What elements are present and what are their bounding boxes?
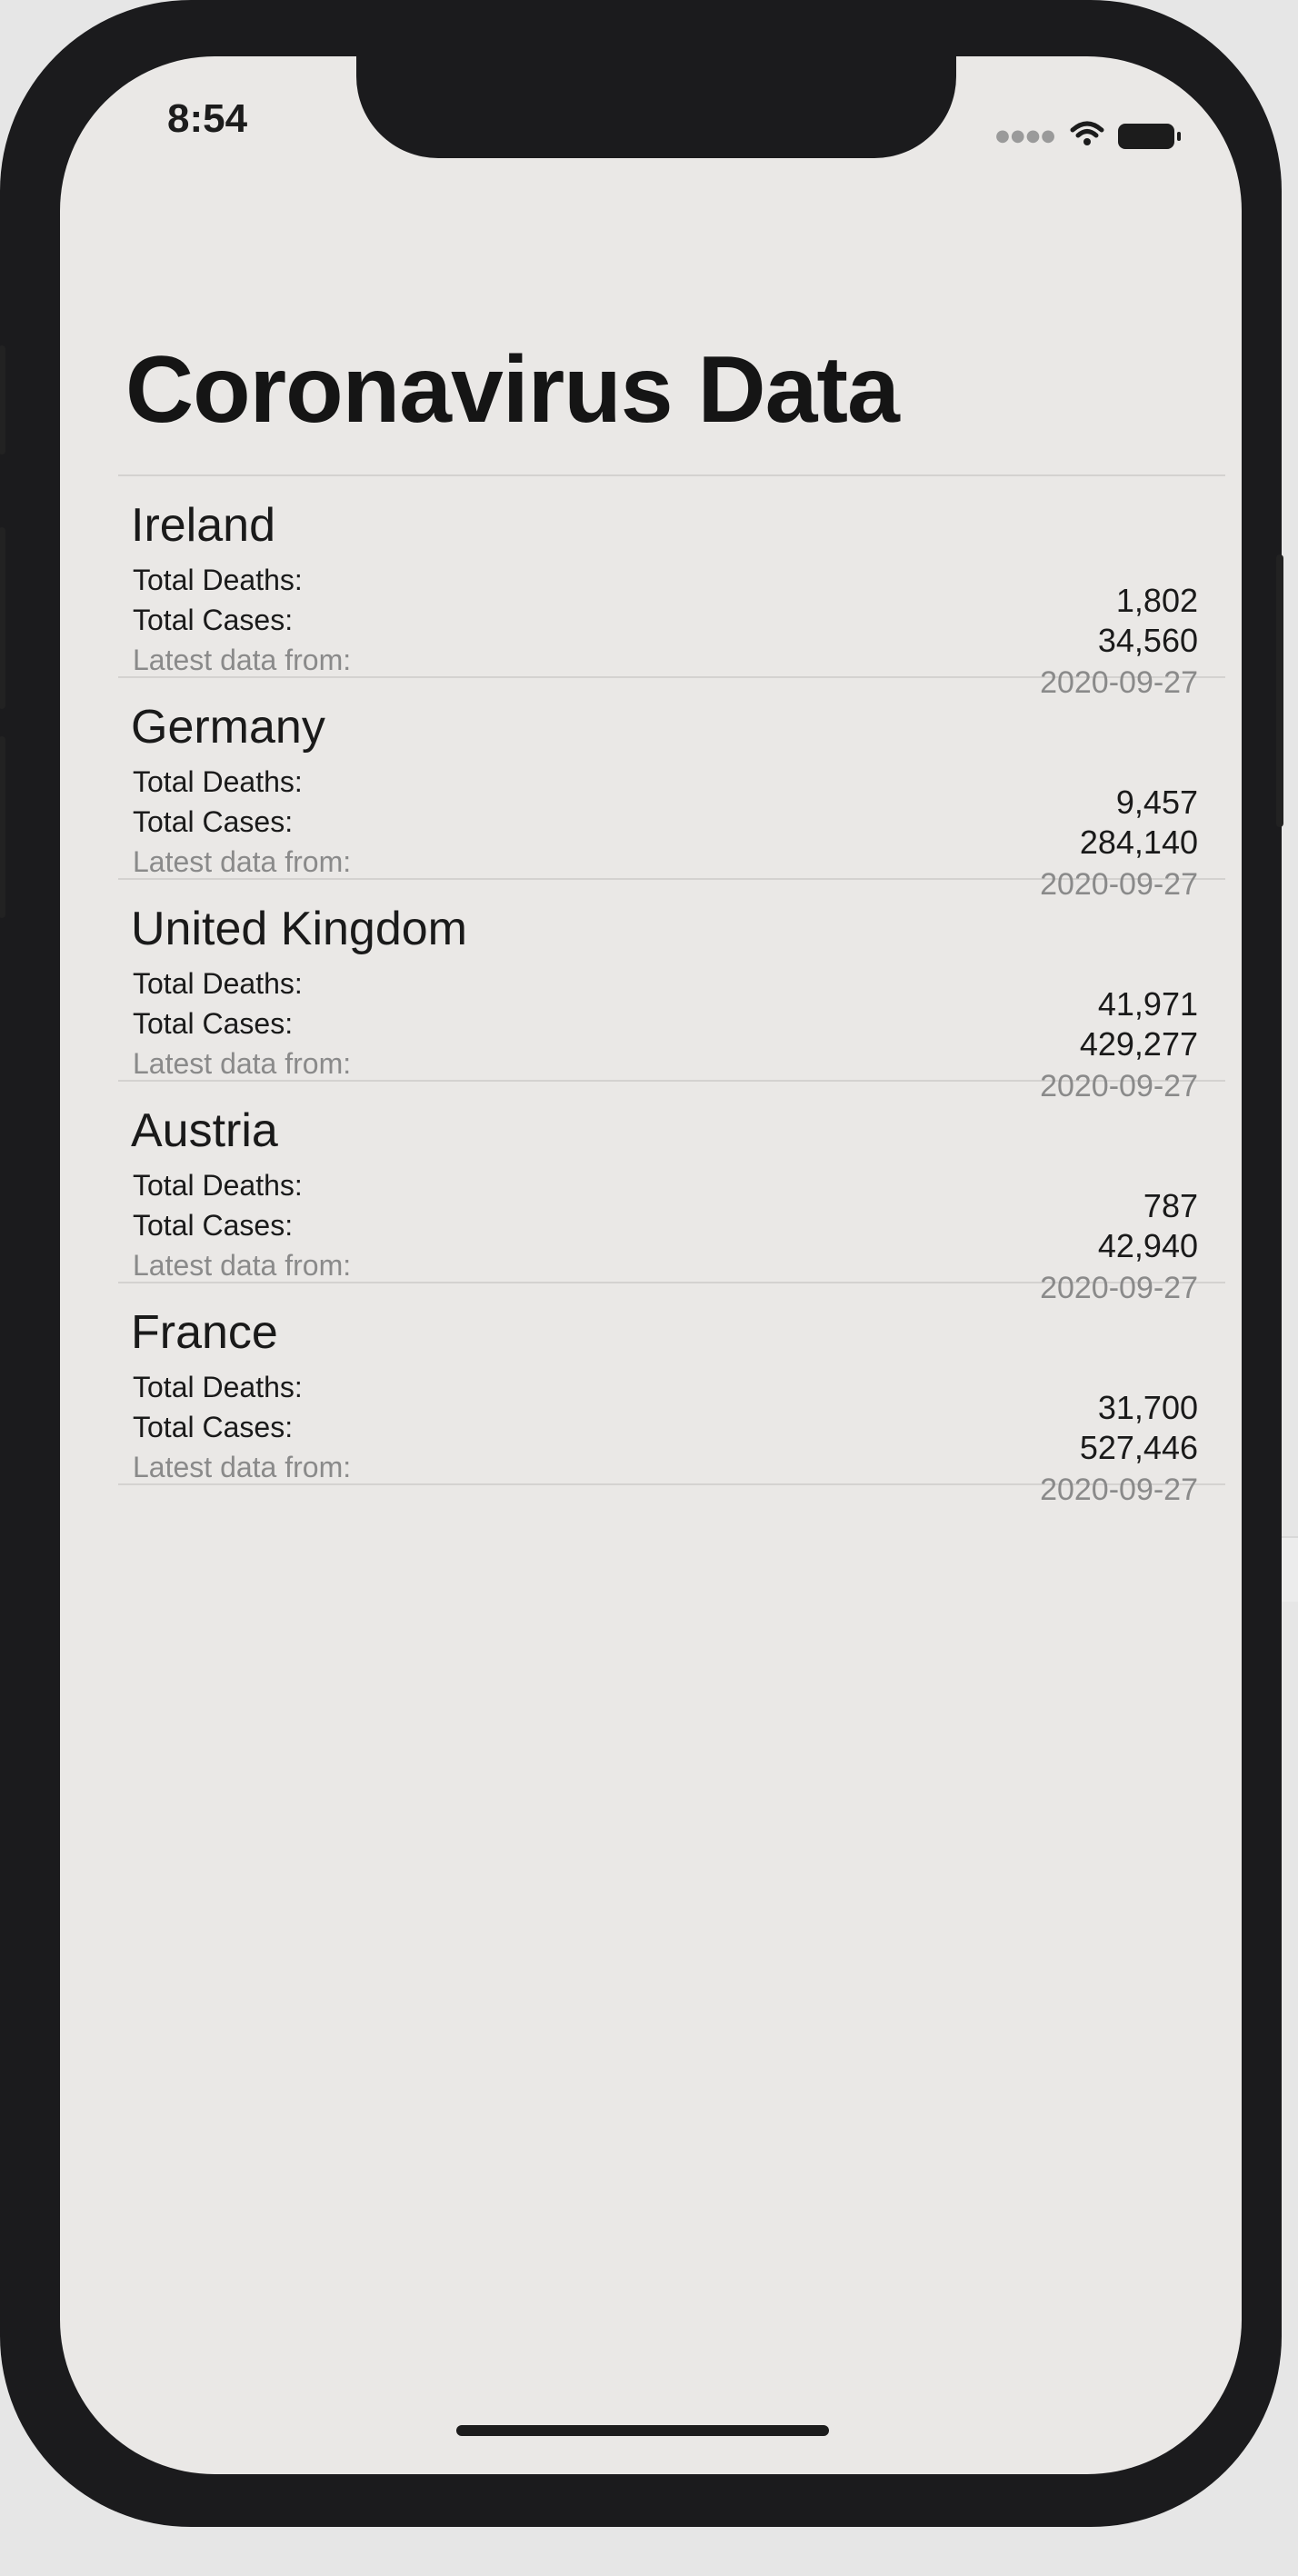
total-cases-label: Total Cases: [133,604,294,636]
latest-data-label: Latest data from: [133,1249,352,1282]
country-name: Ireland [131,499,275,552]
page-title: Coronavirus Data [125,337,900,443]
status-bar-time: 8:54 [167,96,248,141]
total-deaths-label: Total Deaths: [133,1169,303,1202]
country-list: Ireland Total Deaths: Total Cases: Lates… [118,474,1225,1507]
total-cases-value: 284,140 [1079,824,1198,861]
total-deaths-value: 9,457 [1115,784,1198,821]
country-row-france[interactable]: France Total Deaths: Total Cases: Latest… [118,1283,1225,1507]
wifi-icon [1069,120,1105,152]
country-name: Germany [131,701,325,754]
app-screen: 8:54 ●●●● Coronavirus Data Ireland Total… [60,56,1242,2474]
total-cases-value: 527,446 [1079,1429,1198,1466]
camera-notch [356,56,956,158]
home-indicator[interactable] [456,2425,829,2436]
volume-down-button [0,736,5,918]
country-row-germany[interactable]: Germany Total Deaths: Total Cases: Lates… [118,678,1225,902]
silent-switch [0,345,5,454]
battery-icon [1118,123,1181,149]
total-cases-label: Total Cases: [133,805,294,838]
total-deaths-value: 41,971 [1097,985,1198,1023]
total-cases-value: 42,940 [1097,1227,1198,1264]
latest-data-label: Latest data from: [133,845,352,878]
country-name: Austria [131,1104,278,1157]
country-name: United Kingdom [131,903,467,955]
total-cases-label: Total Cases: [133,1007,294,1040]
total-deaths-label: Total Deaths: [133,765,303,798]
total-deaths-label: Total Deaths: [133,967,303,1000]
power-button [1276,554,1283,827]
phone-frame: 8:54 ●●●● Coronavirus Data Ireland Total… [0,0,1283,2527]
latest-data-label: Latest data from: [133,644,352,676]
total-cases-label: Total Cases: [133,1411,294,1443]
total-deaths-value: 1,802 [1115,582,1198,619]
total-deaths-value: 31,700 [1097,1389,1198,1426]
latest-data-label: Latest data from: [133,1047,352,1080]
latest-data-date: 2020-09-27 [1040,1473,1198,1507]
total-deaths-label: Total Deaths: [133,1371,303,1403]
country-name: France [131,1306,278,1359]
total-deaths-label: Total Deaths: [133,564,303,596]
cellular-signal-icon: ●●●● [995,126,1056,145]
total-deaths-value: 787 [1143,1187,1198,1224]
status-bar-indicators: ●●●● [995,120,1181,152]
volume-up-button [0,527,5,709]
country-row-austria[interactable]: Austria Total Deaths: Total Cases: Lates… [118,1082,1225,1305]
total-cases-value: 429,277 [1079,1025,1198,1063]
total-cases-value: 34,560 [1097,622,1198,659]
latest-data-label: Latest data from: [133,1451,352,1483]
country-row-united-kingdom[interactable]: United Kingdom Total Deaths: Total Cases… [118,880,1225,1103]
country-row-ireland[interactable]: Ireland Total Deaths: Total Cases: Lates… [118,476,1225,700]
total-cases-label: Total Cases: [133,1209,294,1242]
